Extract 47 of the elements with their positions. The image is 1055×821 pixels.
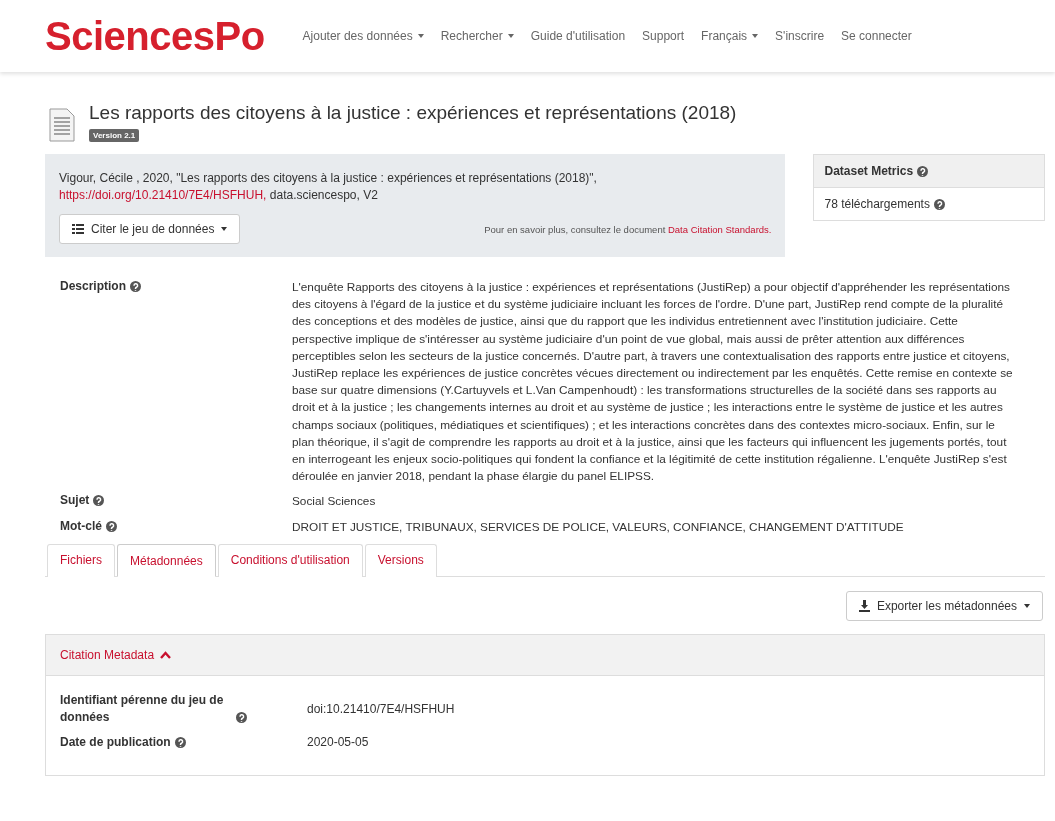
field-label: Mot-clé xyxy=(60,518,102,533)
tab[interactable]: Fichiers xyxy=(47,543,115,577)
help-icon[interactable] xyxy=(106,520,117,532)
dataset-title: Les rapports des citoyens à la justice : expériences et représentations (2018) xyxy=(89,102,737,124)
help-icon[interactable] xyxy=(933,198,945,210)
field-label: Date de publication xyxy=(60,733,171,751)
field-value: L'enquête Rapports des citoyens à la justice : expériences et représentations (JustiRep) a pour objectif d'appréhender les représentations des citoyens à l'égard de la justice et du système judiciaire incluant les forces de l'ordre. D'une part, JustiRep rend compte de la pluralité des conceptions et des modèles de justice, ainsi que du rapport que les individus entretiennent avec l'institution judiciaire. Cette perspective implique de s'intéresser au système judiciaire d'un point de vue global, mais aussi de prêter attention aux différences perceptibles selon les secteurs de la justice concernés. D'autre part, à travers une contextualisation des rapports entre justice et citoyens, JustiRep replace les expériences de justice concrètes vécues directement ou indirectement par les enquêtés. Cette remise en contexte se base sur quatre dimensions (Y.Cartuyvels et L.Van Campenhoudt) : les transformations structurelles de la société dans ses rapports au droit et à la justice ; les changements internes au droit et au système de justice ; les interactions entre le système de justice et les autres champs sociaux (politiques, médiatiques et scientifiques) ; et les interactions concrètes dans des contextes micro-sociaux. Enfin, sur le plan théorique, il s'agit de comprendre les rapports au droit et à la justice, ainsi que les facteurs qui influencent les jugements portés, tout en interrogeant les enjeux socio-politiques qui fondent la confiance et la légitimité de cette institution régalienne. L'enquête JustiRep s'est déroulée en janvier 2018, pendant la phase élargie du panel ELIPSS. xyxy=(292,279,1014,486)
field-value: 2020-05-05 xyxy=(307,735,369,750)
metrics-title: Dataset Metrics xyxy=(824,164,914,178)
field-value: DROIT ET JUSTICE, TRIBUNAUX, SERVICES DE POLICE, VALEURS, CONFIANCE, CHANGEMENT D'ATTITUDE xyxy=(292,518,905,536)
document-icon xyxy=(49,108,75,142)
help-icon[interactable] xyxy=(93,495,105,507)
tab[interactable]: Conditions d'utilisation xyxy=(217,543,363,577)
export-metadata-button[interactable]: Exporter les métadonnées xyxy=(845,590,1043,621)
help-icon[interactable] xyxy=(174,736,186,748)
export-icon xyxy=(858,599,870,612)
citation-text: Vigour, Cécile , 2020, "Les rapports des citoyens à la justice : expériences et représentations (2018)", https://doi.org/10.21410/7E4/HSFHUH, data.sciencespo, V2 xyxy=(59,170,598,204)
section-header[interactable]: Citation Metadata xyxy=(46,634,1044,676)
nav-link[interactable]: Ajouter des données xyxy=(302,29,424,43)
version-badge: Version 2.1 xyxy=(89,129,140,142)
list-icon xyxy=(72,224,84,234)
section-title: Citation Metadata xyxy=(60,647,155,662)
nav-link[interactable]: Se connecter xyxy=(841,29,912,43)
nav-link[interactable]: Rechercher xyxy=(440,29,514,43)
citation-note: Pour en savoir plus, consultez le document Data Citation Standards. xyxy=(484,223,772,235)
help-icon[interactable] xyxy=(917,165,929,177)
cite-dataset-button[interactable]: Citer le jeu de données xyxy=(59,214,241,244)
caret-icon xyxy=(221,227,228,231)
doi-link[interactable]: https://doi.org/10.21410/7E4/HSFHUH, xyxy=(59,188,267,202)
help-icon[interactable] xyxy=(236,711,247,723)
standards-link[interactable]: Data Citation Standards. xyxy=(667,223,772,235)
help-icon[interactable] xyxy=(130,281,141,292)
nav-link[interactable]: Support xyxy=(642,29,685,43)
field-label: Sujet xyxy=(60,493,90,508)
field-label: Description xyxy=(60,279,126,293)
field-value: Social Sciences xyxy=(292,493,377,511)
chevron-icon xyxy=(160,650,172,659)
nav-link[interactable]: Français xyxy=(701,29,759,43)
field-value: doi:10.21410/7E4/HSFHUH xyxy=(307,701,455,716)
download-count: 78 téléchargements xyxy=(824,197,930,211)
caret-icon xyxy=(1024,603,1030,608)
tab[interactable]: Métadonnées xyxy=(117,543,216,577)
nav-link[interactable]: Guide d'utilisation xyxy=(530,29,626,43)
field-label: Identifiant pérenne du jeu de données xyxy=(60,691,225,726)
tab[interactable]: Versions xyxy=(364,543,437,577)
logo[interactable]: SciencesPo xyxy=(45,13,265,59)
nav-link[interactable]: S'inscrire xyxy=(775,29,825,43)
